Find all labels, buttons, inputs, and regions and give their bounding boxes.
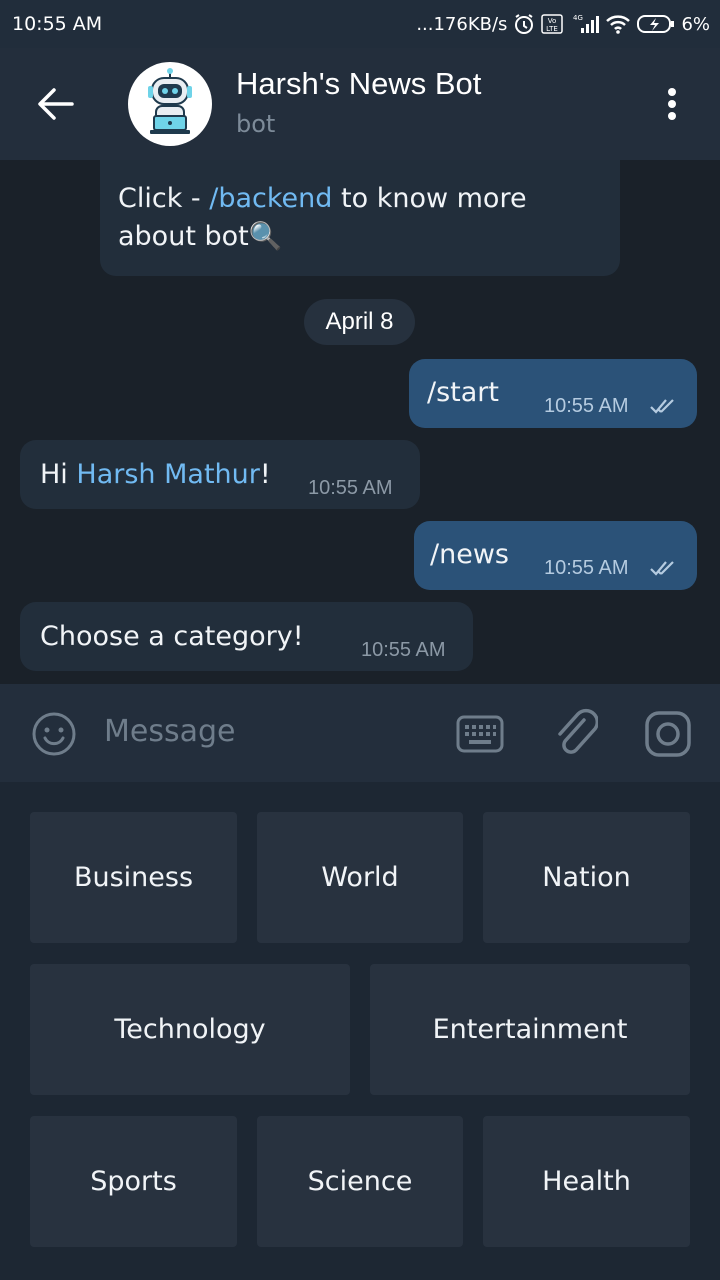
- battery-icon: [637, 13, 675, 35]
- message-time: 10:55 AM: [544, 557, 629, 579]
- status-time: 10:55 AM: [12, 13, 103, 35]
- message-time: 10:55 AM: [544, 395, 629, 417]
- message-text: Click -: [118, 183, 210, 214]
- bot-reply-keyboard: Business World Nation Technology Enterta…: [0, 782, 720, 1280]
- category-technology-button[interactable]: Technology: [30, 964, 350, 1095]
- more-menu-button[interactable]: [660, 84, 684, 124]
- chat-area[interactable]: Click - /backend to know more about bot🔍…: [0, 160, 720, 684]
- message-bubble-incoming[interactable]: Hi Harsh Mathur! 10:55 AM: [20, 440, 420, 509]
- message-text: Hi Harsh Mathur!: [40, 459, 271, 490]
- avatar[interactable]: [128, 62, 212, 146]
- message-text: /start: [427, 377, 499, 408]
- message-time: 10:55 AM: [308, 477, 393, 499]
- emoji-icon[interactable]: [30, 710, 78, 758]
- category-entertainment-button[interactable]: Entertainment: [370, 964, 690, 1095]
- attach-icon[interactable]: [554, 708, 598, 758]
- backend-command-link[interactable]: /backend: [209, 183, 332, 214]
- message-bubble-intro: Click - /backend to know more about bot🔍: [100, 160, 620, 276]
- chat-subtitle: bot: [236, 110, 276, 138]
- message-bubble-incoming[interactable]: Choose a category! 10:55 AM: [20, 602, 473, 671]
- user-mention-link[interactable]: Harsh Mathur: [76, 459, 259, 490]
- status-bar: 10:55 AM ...176KB/s Vo LTE 4G 6%: [0, 0, 720, 48]
- message-bubble-outgoing[interactable]: /start 10:55 AM: [409, 359, 697, 428]
- network-speed: ...176KB/s: [416, 13, 508, 35]
- keyboard-icon[interactable]: [456, 714, 504, 754]
- chat-header: Harsh's News Bot bot: [0, 48, 720, 160]
- category-nation-button[interactable]: Nation: [483, 812, 690, 943]
- chat-title[interactable]: Harsh's News Bot: [236, 66, 481, 102]
- robot-icon: [148, 68, 192, 134]
- double-check-icon: [650, 399, 674, 414]
- svg-text:LTE: LTE: [547, 25, 559, 33]
- svg-text:Vo: Vo: [548, 17, 557, 25]
- category-business-button[interactable]: Business: [30, 812, 237, 943]
- alarm-icon: [513, 13, 535, 35]
- volte-icon: Vo LTE: [541, 13, 564, 35]
- back-button[interactable]: [36, 86, 76, 122]
- message-time: 10:55 AM: [361, 639, 446, 661]
- wifi-icon: [605, 13, 631, 35]
- category-sports-button[interactable]: Sports: [30, 1116, 237, 1247]
- greeting-punct: !: [259, 459, 271, 490]
- instagram-camera-icon[interactable]: [644, 710, 692, 758]
- more-vert-icon: [668, 88, 676, 120]
- message-bubble-outgoing[interactable]: /news 10:55 AM: [414, 521, 697, 590]
- message-text: Choose a category!: [40, 621, 304, 652]
- svg-text:4G: 4G: [573, 14, 583, 22]
- category-science-button[interactable]: Science: [257, 1116, 463, 1247]
- signal-icon: 4G: [569, 13, 600, 35]
- message-input-bar: Message: [0, 684, 720, 782]
- greeting-text: Hi: [40, 459, 77, 490]
- battery-percent: 6%: [681, 13, 710, 35]
- double-check-icon: [650, 561, 674, 576]
- message-text: /news: [430, 539, 509, 570]
- message-input[interactable]: Message: [104, 714, 235, 749]
- status-icons: ...176KB/s Vo LTE 4G 6%: [416, 13, 710, 35]
- category-health-button[interactable]: Health: [483, 1116, 690, 1247]
- date-separator: April 8: [304, 299, 415, 345]
- back-arrow-icon: [38, 88, 74, 120]
- category-world-button[interactable]: World: [257, 812, 463, 943]
